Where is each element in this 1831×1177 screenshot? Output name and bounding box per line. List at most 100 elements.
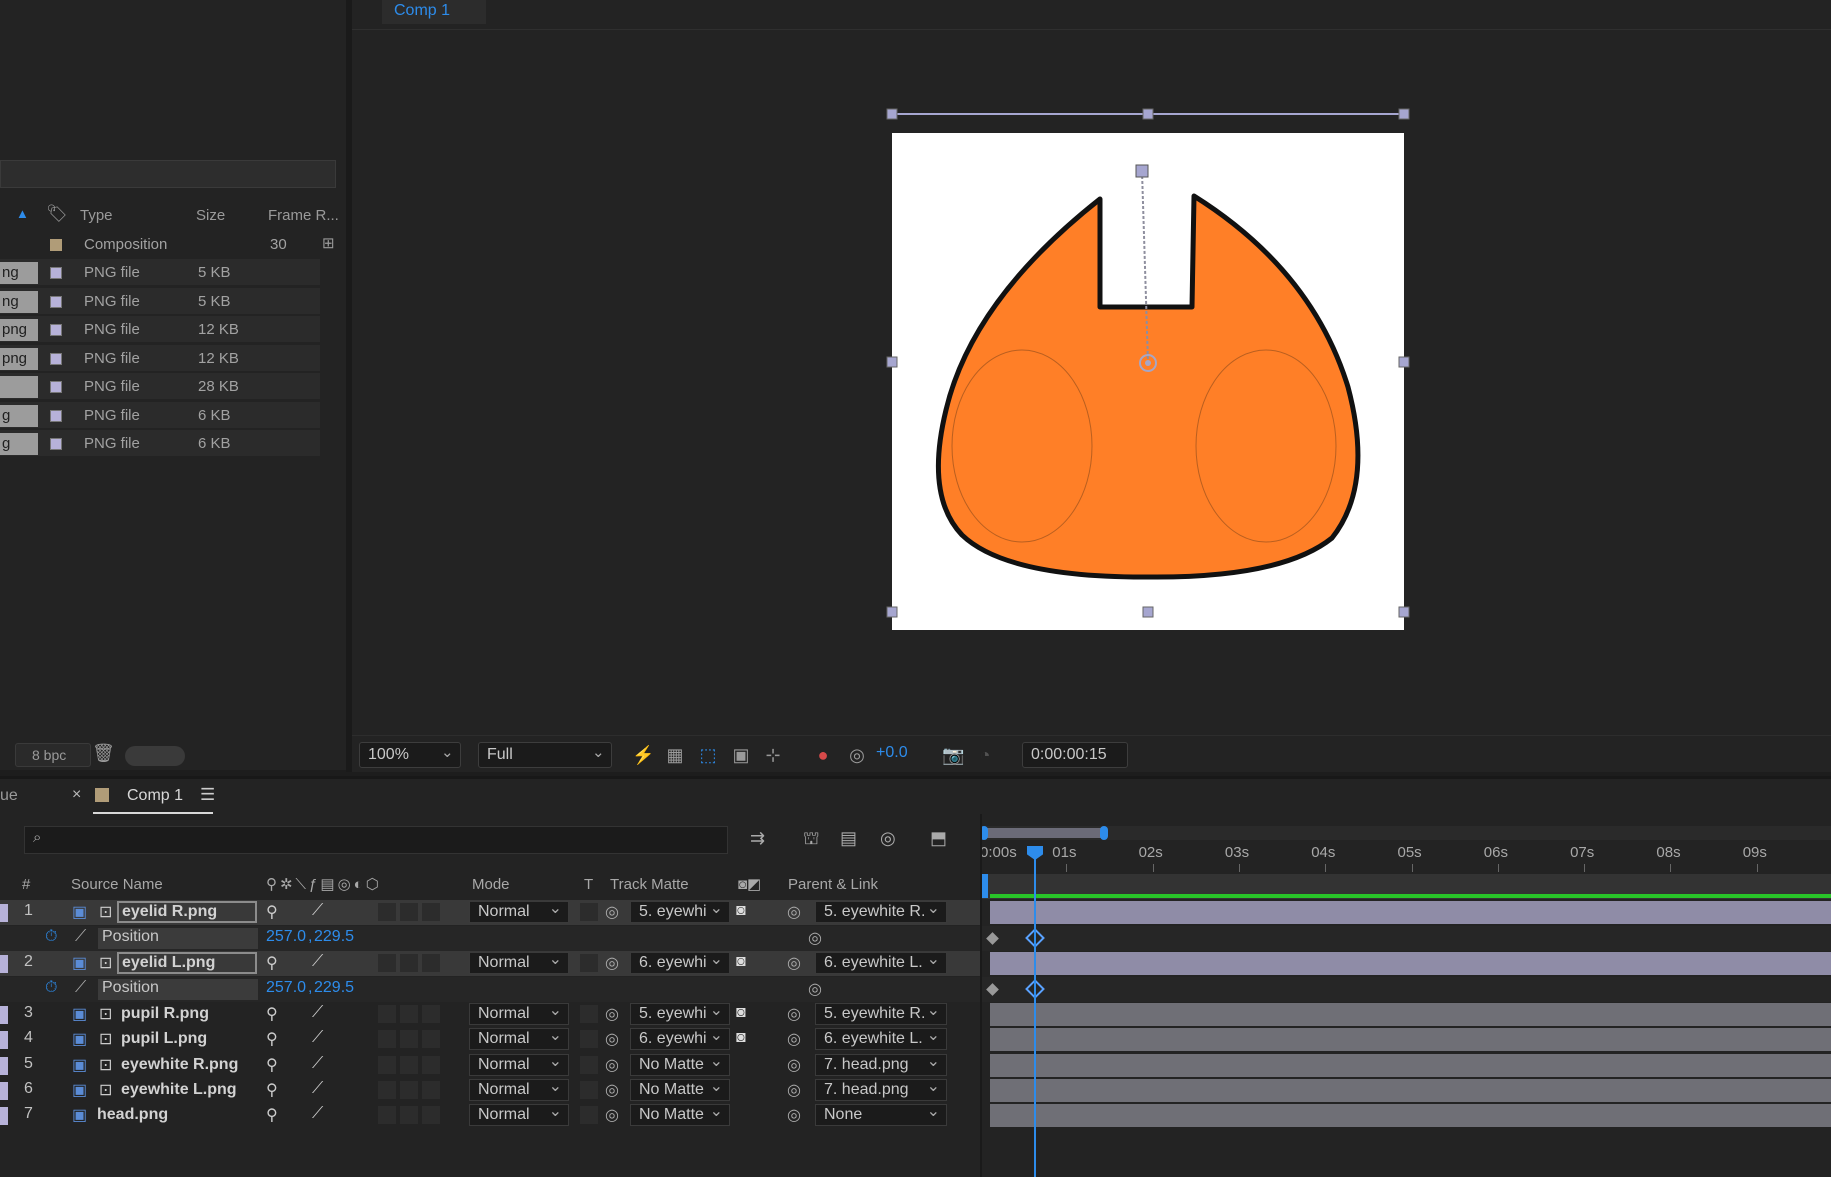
tab-render-queue[interactable]: ue [0,787,18,805]
alpha-matte-icon[interactable]: ◙ [736,1029,746,1047]
blend-mode-select[interactable]: Normal [469,1077,569,1101]
project-item-row[interactable]: png PNG file 12 KB [0,316,320,343]
parent-pickwhip-icon[interactable]: ◎ [787,1004,801,1024]
project-item-row[interactable]: g PNG file 6 KB [0,401,320,429]
parent-select[interactable]: 6. eyewhite L. [815,1026,947,1050]
shy-icon[interactable]: ⚲ [266,902,278,922]
flowchart-icon[interactable]: ⊞ [322,234,335,252]
switch-slot[interactable] [378,1030,396,1048]
position-property-row[interactable]: ⏱ ⟋ Position 257.0 , 229.5 ◎ [0,926,980,951]
position-y-value[interactable]: 229.5 [314,928,354,946]
project-item-row[interactable]: png PNG file 12 KB [0,344,320,372]
column-size[interactable]: Size [196,207,225,224]
switch-slot[interactable] [400,1005,418,1023]
position-x-value[interactable]: 257.0 [266,928,306,946]
layer-label-color[interactable] [0,904,8,922]
expression-pickwhip-icon[interactable]: ◎ [808,979,822,999]
track-matte-select[interactable]: No Matte [630,1052,730,1076]
track-matte-select[interactable]: No Matte [630,1077,730,1101]
preserve-transparency-toggle[interactable] [580,1056,598,1074]
quality-icon[interactable]: ⟋ [312,1105,323,1123]
project-search-input[interactable] [0,160,336,188]
switch-slot[interactable] [378,1005,396,1023]
graph-icon[interactable]: ⟋ [75,979,86,997]
track-matte-select[interactable]: 5. eyewhi [630,899,730,923]
trash-icon[interactable]: 🗑 [92,743,115,764]
snapshot-camera-icon[interactable]: 📷 [942,744,964,766]
layer-name[interactable]: eyewhite L.png [121,1081,237,1099]
shy-icon[interactable]: ⚲ [266,1029,278,1049]
blend-mode-select[interactable]: Normal [469,1026,569,1050]
layer-row[interactable]: 3 ▣ ⊡pupil R.png ⚲ ⟋ Normal ◎ 5. eyewhi … [0,1001,980,1027]
project-item-row[interactable]: ng PNG file 5 KB [0,287,320,315]
show-snapshot-icon[interactable]: ◔ [974,744,996,766]
position-x-value[interactable]: 257.0 [266,979,306,997]
composition-row[interactable]: Composition 30 ⊞ [0,231,335,258]
project-item-row[interactable]: g PNG file 6 KB [0,430,320,457]
layer-label-color[interactable] [0,1057,8,1075]
graph-editor-icon[interactable]: ⬒ [930,828,947,849]
expression-pickwhip-icon[interactable]: ◎ [808,928,822,948]
alpha-matte-icon[interactable]: ◙ [736,953,746,971]
quality-icon[interactable]: ⟋ [312,953,323,971]
keyframe-track[interactable] [980,926,1831,951]
layer-duration-bar[interactable] [990,901,1831,924]
switch-slot[interactable] [400,1106,418,1124]
grid-guides-icon[interactable]: ⊹ [762,744,784,766]
switch-slot[interactable] [378,1106,396,1124]
composition-viewer[interactable] [352,30,1831,735]
transparency-grid-icon[interactable]: ▦ [664,744,686,766]
track-matte-pickwhip-icon[interactable]: ◎ [605,1004,619,1024]
switch-slot[interactable] [422,1081,440,1099]
panel-menu-icon[interactable]: ☰ [200,785,215,805]
shy-icon[interactable]: ⚲ [266,1105,278,1125]
label-swatch[interactable] [50,438,62,450]
alpha-matte-icon[interactable]: ◙ [736,902,746,920]
timeline-graph[interactable]: 0:00s 01s 02s 03s 04s 05s 06s 07s 08s 09s [980,814,1831,1177]
sort-ascending-icon[interactable]: ▲ [16,206,29,221]
layer-duration-bar[interactable] [990,952,1831,975]
keyframe-track[interactable] [980,977,1831,1002]
project-item-row[interactable]: PNG file 28 KB [0,373,320,400]
layer-label-color[interactable] [0,955,8,973]
keyframe[interactable] [986,932,999,945]
quality-icon[interactable]: ⟋ [312,1029,323,1047]
exposure-value[interactable]: +0.0 [876,744,908,762]
stopwatch-icon[interactable]: ⏱ [45,979,57,997]
switch-slot[interactable] [422,954,440,972]
layer-name[interactable]: eyelid R.png [117,901,257,923]
preserve-transparency-toggle[interactable] [580,1106,598,1124]
quality-icon[interactable]: ⟋ [312,1055,323,1073]
parent-select[interactable]: 7. head.png [815,1077,947,1101]
label-tag-icon[interactable]: 🏷 [46,204,68,224]
shy-icon[interactable]: ⚲ [266,1055,278,1075]
layer-label-color[interactable] [0,1006,8,1024]
switch-slot[interactable] [400,1081,418,1099]
layer-name[interactable]: pupil L.png [121,1030,207,1048]
column-t[interactable]: T [584,876,593,893]
switch-slot[interactable] [422,1005,440,1023]
switch-slot[interactable] [378,903,396,921]
tab-comp-1[interactable]: Comp 1 [382,0,486,24]
parent-pickwhip-icon[interactable]: ◎ [787,902,801,922]
column-number[interactable]: # [22,876,30,893]
layer-duration-bar[interactable] [990,1028,1831,1051]
layer-label-color[interactable] [0,1107,8,1125]
parent-select[interactable]: 6. eyewhite L. [815,950,947,974]
layer-duration-bar[interactable] [990,1104,1831,1127]
layer-label-color[interactable] [0,1031,8,1049]
frame-blending-icon[interactable]: ▤ [840,828,857,849]
switch-slot[interactable] [378,954,396,972]
track-matte-pickwhip-icon[interactable]: ◎ [605,902,619,922]
switch-slot[interactable] [378,1056,396,1074]
column-mode[interactable]: Mode [472,876,510,893]
track-matte-pickwhip-icon[interactable]: ◎ [605,1105,619,1125]
graph-icon[interactable]: ⟋ [75,928,86,946]
switch-slot[interactable] [378,1081,396,1099]
label-swatch[interactable] [50,267,62,279]
color-management-icon[interactable]: ◎ [846,744,868,766]
parent-select[interactable]: 7. head.png [815,1052,947,1076]
switch-slot[interactable] [400,903,418,921]
shy-icon[interactable]: ⚲ [266,953,278,973]
work-area-end-handle[interactable] [1100,826,1108,840]
